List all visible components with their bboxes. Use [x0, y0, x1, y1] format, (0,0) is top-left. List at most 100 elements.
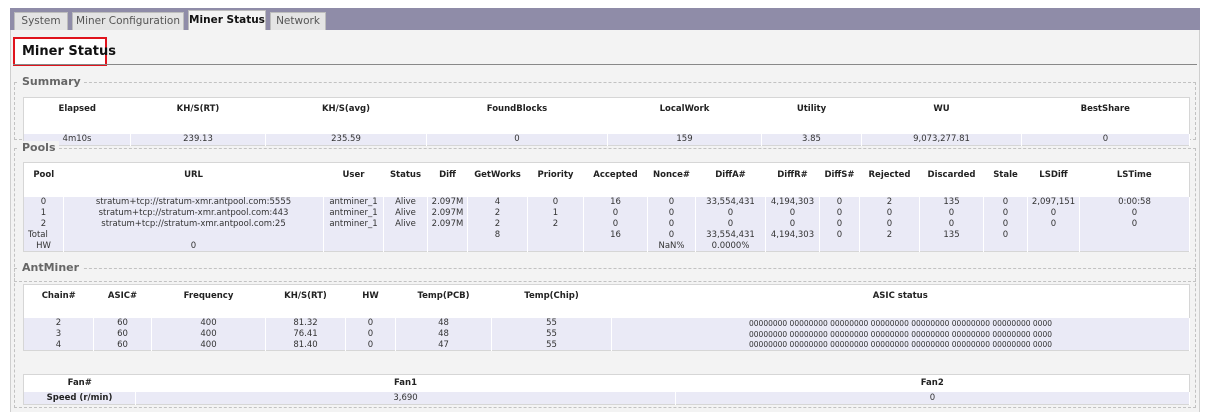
pool-cell: 0 [983, 229, 1028, 241]
tab-strip: System Miner Configuration Miner Status … [10, 8, 1200, 30]
pool-cell: Alive [383, 196, 428, 208]
pool-cell [63, 229, 324, 241]
pools-legend: Pools [19, 141, 59, 154]
summary-header: LocalWork [659, 103, 710, 114]
pool-url: stratum+tcp://stratum-xmr.antpool.com:55… [63, 196, 324, 208]
summary-value: 0 [1021, 133, 1190, 146]
chain-cell: 76.41 [265, 328, 346, 340]
pools-header: Discarded [927, 169, 976, 180]
pool-cell: 0 [1027, 218, 1080, 230]
pool-cell [323, 229, 384, 241]
fan-header: Fan1 [393, 378, 417, 389]
summary-header: BestShare [1080, 103, 1130, 114]
tab-system[interactable]: System [14, 12, 68, 30]
pool-row: 1 stratum+tcp://stratum-xmr.antpool.com:… [23, 207, 1190, 219]
fan-header: Fan# [67, 378, 92, 389]
summary-value: 3.85 [761, 133, 862, 146]
tab-miner-status[interactable]: Miner Status [188, 10, 266, 30]
pool-cell: 135 [919, 229, 984, 241]
pool-cell: antminer_1 [323, 218, 384, 230]
chain-spacer-row [24, 307, 1190, 318]
chain-cell: 55 [491, 317, 612, 329]
pool-cell: 0 [859, 207, 920, 219]
summary-spacer-row [24, 120, 1190, 134]
summary-header-row: Elapsed KH/S(RT) KH/S(avg) FoundBlocks L… [24, 98, 1190, 120]
pool-cell: 0 [583, 207, 648, 219]
pools-header: DiffS# [824, 169, 855, 180]
pool-cell: 0 [63, 240, 324, 252]
pool-cell: antminer_1 [323, 196, 384, 208]
chain-header: Frequency [183, 290, 234, 301]
pools-header: Stale [993, 169, 1018, 180]
chain-header: HW [362, 290, 379, 301]
asic-status: 00000000 00000000 00000000 00000000 0000… [611, 317, 1190, 329]
pool-url: stratum+tcp://stratum-xmr.antpool.com:25 [63, 218, 324, 230]
summary-header: KH/S(RT) [176, 103, 220, 114]
pools-header: GetWorks [474, 169, 521, 180]
pools-header: URL [184, 169, 203, 180]
chain-header-row: Chain# ASIC# Frequency KH/S(RT) HW Temp(… [24, 285, 1190, 307]
chain-header: Temp(Chip) [524, 290, 579, 301]
pool-cell: Alive [383, 207, 428, 219]
pool-cell: HW [23, 240, 64, 252]
tab-bar: System Miner Configuration Miner Status … [0, 0, 1210, 30]
pool-cell: 2 [467, 218, 528, 230]
pools-header: LSDiff [1039, 169, 1068, 180]
chain-table: Chain# ASIC# Frequency KH/S(RT) HW Temp(… [23, 284, 1190, 351]
summary-value: 0 [426, 133, 608, 146]
pool-cell: 0 [983, 218, 1028, 230]
pools-header: Accepted [593, 169, 638, 180]
pools-header: DiffR# [777, 169, 808, 180]
pool-cell [983, 240, 1028, 252]
pool-cell: 0 [1027, 207, 1080, 219]
antminer-fieldset: AntMiner Chain# ASIC# Frequency KH/S(RT)… [14, 261, 1196, 408]
pool-cell: 16 [583, 196, 648, 208]
pools-header: Status [389, 169, 422, 180]
pool-cell: 0 [819, 229, 860, 241]
pools-header: Priority [537, 169, 574, 180]
tab-miner-configuration[interactable]: Miner Configuration [72, 12, 184, 30]
summary-value-row: 4m10s 239.13 235.59 0 159 3.85 9,073,277… [23, 133, 1190, 146]
pool-cell: 2 [23, 218, 64, 230]
pool-cell [467, 240, 528, 252]
fan-table: Fan# Fan1 Fan2 Speed (r/min) 3,690 0 [23, 374, 1190, 405]
pool-cell: 4,194,303 [765, 229, 820, 241]
pool-total-row: Total 8 16 0 33,554,431 4,194,303 0 2 13… [23, 229, 1190, 241]
asic-status: 00000000 00000000 00000000 00000000 0000… [611, 339, 1190, 351]
chain-cell: 47 [395, 339, 492, 351]
pool-cell: 33,554,431 [695, 196, 766, 208]
pool-cell [819, 240, 860, 252]
pool-cell [1027, 240, 1080, 252]
fan-speed-row: Speed (r/min) 3,690 0 [23, 391, 1190, 405]
pool-cell: Alive [383, 218, 428, 230]
pool-cell [527, 229, 584, 241]
chain-header: KH/S(RT) [284, 290, 327, 301]
summary-header: Utility [796, 103, 827, 114]
pool-cell: 0 [647, 218, 696, 230]
chain-cell: 55 [491, 328, 612, 340]
chain-header: Temp(PCB) [417, 290, 470, 301]
pool-row: 2 stratum+tcp://stratum-xmr.antpool.com:… [23, 218, 1190, 230]
fan2-speed: 0 [675, 391, 1190, 405]
pools-header: LSTime [1116, 169, 1152, 180]
pools-header: Pool [33, 169, 55, 180]
pool-cell: 2 [527, 218, 584, 230]
pools-spacer-row [24, 187, 1190, 197]
antminer-legend: AntMiner [19, 261, 83, 274]
pool-cell: 4 [467, 196, 528, 208]
fan1-speed: 3,690 [135, 391, 676, 405]
pool-cell: 0 [695, 207, 766, 219]
tab-network[interactable]: Network [270, 12, 326, 30]
chain-cell: 400 [151, 328, 266, 340]
summary-table: Elapsed KH/S(RT) KH/S(avg) FoundBlocks L… [23, 97, 1190, 146]
pool-cell: 0 [1079, 218, 1190, 230]
pools-header: Rejected [868, 169, 911, 180]
pool-cell: 0 [527, 196, 584, 208]
chain-row: 2 60 400 81.32 0 48 55 00000000 00000000… [23, 317, 1190, 329]
pool-cell: 0 [819, 207, 860, 219]
chain-cell: 60 [93, 317, 152, 329]
pool-cell: 0 [765, 218, 820, 230]
pool-row: 0 stratum+tcp://stratum-xmr.antpool.com:… [23, 196, 1190, 208]
chain-cell: 60 [93, 339, 152, 351]
chain-cell: 4 [23, 339, 94, 351]
